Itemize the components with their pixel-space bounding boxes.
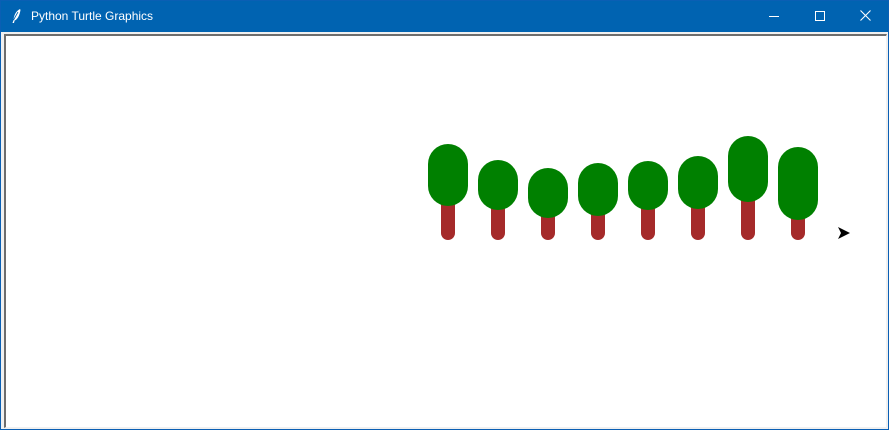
tree-canopy xyxy=(728,136,768,202)
feather-icon xyxy=(10,8,24,24)
tree xyxy=(578,163,618,240)
tree xyxy=(478,160,518,240)
tree xyxy=(528,168,568,240)
tree-canopy xyxy=(428,144,468,206)
tree xyxy=(778,147,818,240)
turtle-canvas-frame xyxy=(4,34,887,428)
tree xyxy=(628,161,668,240)
maximize-button[interactable] xyxy=(797,1,843,32)
tree-canopy xyxy=(578,163,618,216)
turtle-window: Python Turtle Graphics xyxy=(0,0,889,430)
tree xyxy=(428,144,468,240)
turtle-cursor-icon xyxy=(838,227,850,239)
close-button[interactable] xyxy=(842,1,888,32)
close-icon xyxy=(859,8,871,26)
maximize-icon xyxy=(815,8,825,26)
tree xyxy=(678,156,718,240)
minimize-button[interactable] xyxy=(751,1,797,32)
tree-canopy xyxy=(778,147,818,220)
turtle-canvas[interactable] xyxy=(6,36,886,427)
title-bar[interactable]: Python Turtle Graphics xyxy=(1,1,888,32)
window-title: Python Turtle Graphics xyxy=(31,9,154,23)
tree-canopy xyxy=(528,168,568,218)
tree-canopy xyxy=(628,161,668,210)
minimize-icon xyxy=(769,8,779,26)
tree-canopy xyxy=(678,156,718,209)
tree-canopy xyxy=(478,160,518,210)
tree xyxy=(728,136,768,240)
